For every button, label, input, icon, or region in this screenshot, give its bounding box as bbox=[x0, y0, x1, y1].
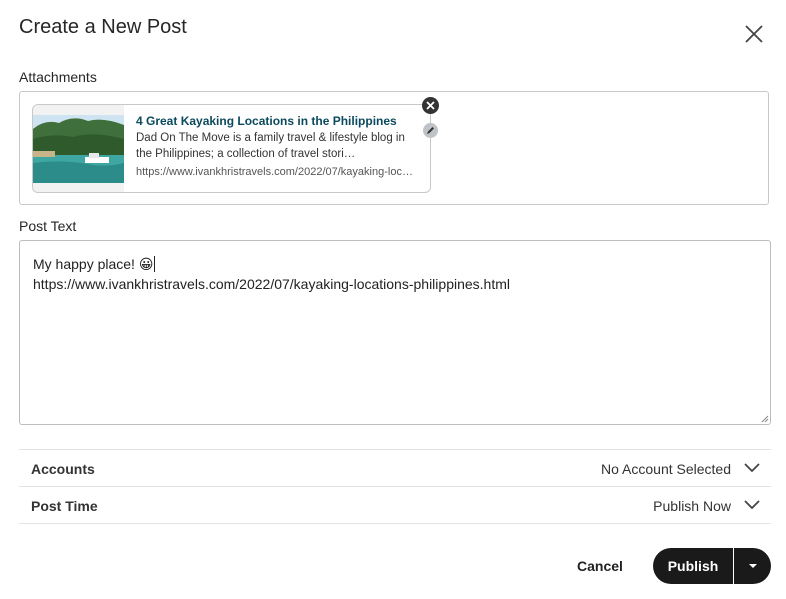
divider bbox=[19, 523, 771, 524]
publish-button[interactable]: Publish bbox=[653, 548, 733, 584]
post-time-value: Publish Now bbox=[653, 498, 731, 514]
remove-attachment-icon[interactable] bbox=[422, 97, 439, 114]
chevron-down-icon[interactable] bbox=[743, 498, 761, 512]
attachment-title[interactable]: 4 Great Kayaking Locations in the Philip… bbox=[136, 114, 397, 128]
post-text-label: Post Text bbox=[19, 218, 77, 234]
attachment-thumbnail bbox=[33, 105, 124, 192]
post-text-line-1: My happy place! 😀 bbox=[33, 256, 154, 272]
caret-down-icon bbox=[748, 564, 757, 568]
post-text-line-2: https://www.ivankhristravels.com/2022/07… bbox=[33, 276, 510, 292]
text-caret bbox=[154, 256, 156, 272]
post-time-row[interactable]: Post Time Publish Now bbox=[19, 486, 771, 523]
attachment-card[interactable]: 4 Great Kayaking Locations in the Philip… bbox=[32, 104, 431, 193]
post-text-input[interactable]: My happy place! 😀 https://www.ivankhrist… bbox=[19, 240, 771, 425]
attachment-description: Dad On The Move is a family travel & lif… bbox=[136, 132, 405, 160]
accounts-value: No Account Selected bbox=[601, 461, 731, 477]
attachments-label: Attachments bbox=[19, 69, 97, 85]
close-icon[interactable] bbox=[742, 22, 766, 46]
resize-handle-icon[interactable] bbox=[761, 415, 769, 423]
chevron-down-icon[interactable] bbox=[743, 461, 761, 475]
dialog-title: Create a New Post bbox=[19, 16, 187, 38]
accounts-label: Accounts bbox=[31, 461, 95, 477]
accounts-row[interactable]: Accounts No Account Selected bbox=[19, 449, 771, 486]
pencil-icon[interactable] bbox=[423, 123, 438, 138]
cancel-button[interactable]: Cancel bbox=[570, 552, 630, 580]
publish-options-button[interactable] bbox=[734, 548, 771, 584]
attachment-url: https://www.ivankhristravels.com/2022/07… bbox=[136, 166, 418, 178]
post-time-label: Post Time bbox=[31, 498, 98, 514]
